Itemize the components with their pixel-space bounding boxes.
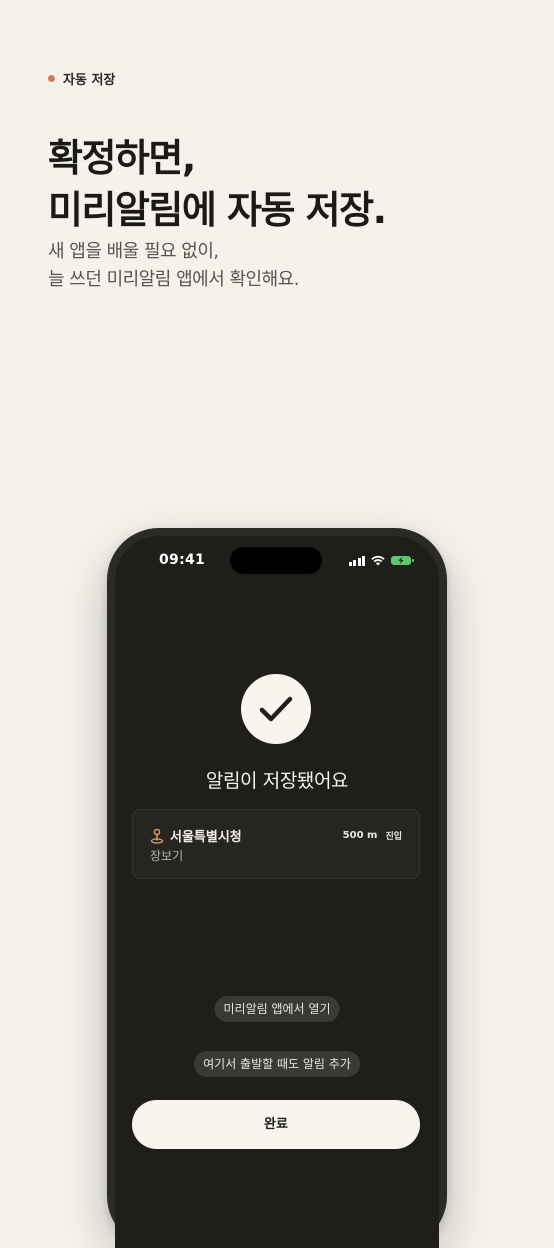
eyebrow-dot	[48, 75, 55, 82]
reminder-card[interactable]: 서울특별시청 500 m 진입 장보기	[132, 809, 420, 879]
page-subtitle: 새 앱을 배울 필요 없이, 늘 쓰던 미리알림 앱에서 확인해요.	[48, 238, 299, 294]
phone-mockup: 09:41 알림이 저장됐어요 서울특별시청 500 m 진입 장보기 미리알림…	[107, 528, 447, 1248]
location-pin-icon	[150, 828, 164, 844]
page-headline: 확정하면, 미리알림에 자동 저장.	[48, 132, 528, 236]
reminder-list-name: 장보기	[150, 849, 184, 863]
status-bar-icons	[348, 555, 414, 566]
checkmark-icon	[259, 695, 293, 723]
section-eyebrow: 자동 저장	[48, 69, 115, 88]
success-badge	[241, 674, 311, 744]
cellular-signal-icon	[348, 555, 365, 566]
reminder-trigger-meta: 500 m 진입	[343, 829, 402, 842]
eyebrow-label: 자동 저장	[63, 73, 116, 88]
headline-line-1: 확정하면,	[48, 136, 196, 180]
reminder-place: 서울특별시청	[170, 830, 242, 845]
reminder-trigger: 진입	[385, 832, 402, 842]
subtitle-line-1: 새 앱을 배울 필요 없이,	[48, 241, 219, 262]
status-bar-time: 09:41	[159, 552, 206, 568]
add-departure-alert-button[interactable]: 여기서 출발할 때도 알림 추가	[194, 1051, 360, 1077]
confirmation-title: 알림이 저장됐어요	[205, 770, 349, 792]
reminder-card-header: 서울특별시청 500 m 진입	[150, 826, 402, 845]
subtitle-line-2: 늘 쓰던 미리알림 앱에서 확인해요.	[48, 269, 299, 290]
reminder-distance: 500 m	[342, 830, 378, 841]
done-button[interactable]: 완료	[132, 1100, 420, 1149]
headline-line-2: 미리알림에 자동 저장.	[48, 188, 387, 232]
phone-screen: 09:41 알림이 저장됐어요 서울특별시청 500 m 진입 장보기 미리알림…	[115, 536, 439, 1248]
wifi-icon	[371, 555, 385, 566]
battery-charging-icon	[391, 556, 414, 565]
dynamic-island	[230, 547, 322, 574]
open-reminders-app-button[interactable]: 미리알림 앱에서 열기	[214, 996, 340, 1022]
